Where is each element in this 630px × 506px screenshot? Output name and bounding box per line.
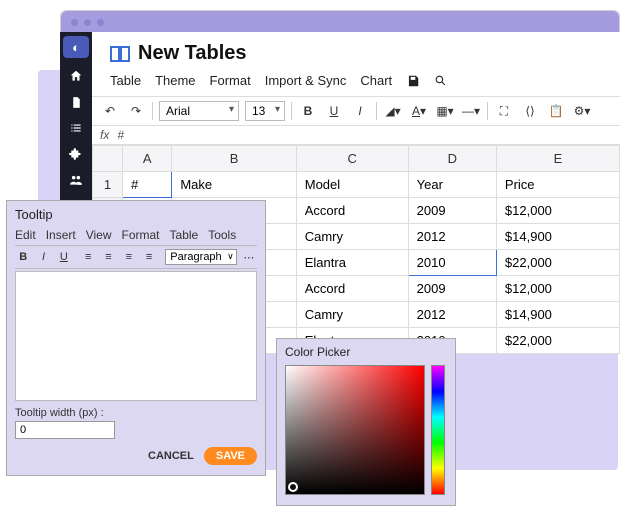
table-icon (110, 46, 130, 62)
sidebar-item-home[interactable] (68, 68, 84, 84)
titlebar (61, 11, 619, 33)
sidebar-item-file[interactable] (68, 94, 84, 110)
sidebar-item-list[interactable] (68, 120, 84, 136)
color-picker-panel: Color Picker (276, 338, 456, 506)
cell[interactable]: # (123, 172, 172, 198)
tt-align-right-icon[interactable]: ≡ (121, 249, 137, 265)
sidebar-item-toggle[interactable]: ◐ (63, 36, 89, 58)
tooltip-width-label: Tooltip width (px) : (15, 407, 257, 419)
tooltip-editor[interactable] (15, 271, 257, 401)
save-button[interactable]: SAVE (204, 447, 257, 465)
cell[interactable]: 2012 (408, 224, 496, 250)
menu-import-sync[interactable]: Import & Sync (265, 73, 347, 88)
tt-menu-table[interactable]: Table (170, 228, 199, 242)
underline-icon[interactable]: U (324, 102, 344, 120)
tt-bold-icon[interactable]: B (15, 249, 31, 265)
cell[interactable]: $12,000 (496, 276, 619, 302)
undo-icon[interactable]: ↶ (100, 102, 120, 120)
tt-paragraph-select[interactable]: Paragraph (165, 249, 236, 265)
clipboard-icon[interactable]: 📋 (546, 102, 566, 120)
tt-menu-insert[interactable]: Insert (46, 228, 76, 242)
cell[interactable]: 2009 (408, 276, 496, 302)
cell[interactable]: Camry (296, 302, 408, 328)
tt-italic-icon[interactable]: I (35, 249, 51, 265)
sidebar-item-users[interactable] (68, 172, 84, 188)
font-size-select[interactable]: 13 (245, 101, 285, 121)
fx-label: fx (100, 128, 109, 142)
cell[interactable]: Elantra (296, 250, 408, 276)
app-window (60, 10, 620, 34)
tt-align-left-icon[interactable]: ≡ (80, 249, 96, 265)
code-icon[interactable]: ⟨⟩ (520, 102, 540, 120)
cell[interactable]: Year (408, 172, 496, 198)
color-hue-slider[interactable] (431, 365, 445, 495)
cell[interactable]: Camry (296, 224, 408, 250)
fill-color-icon[interactable]: ◢▾ (383, 102, 403, 120)
page-title: New Tables (138, 42, 247, 65)
text-color-icon[interactable]: A▾ (409, 102, 429, 120)
expand-icon[interactable]: ⛶ (494, 102, 514, 120)
tt-menu-view[interactable]: View (86, 228, 112, 242)
col-header[interactable]: A (123, 146, 172, 172)
tt-menu-format[interactable]: Format (122, 228, 160, 242)
tt-menu-edit[interactable]: Edit (15, 228, 36, 242)
cell[interactable]: Model (296, 172, 408, 198)
menu-chart[interactable]: Chart (360, 73, 392, 88)
cell[interactable]: $22,000 (496, 328, 619, 354)
cell[interactable]: $22,000 (496, 250, 619, 276)
tt-menu-tools[interactable]: Tools (208, 228, 236, 242)
cell[interactable]: Price (496, 172, 619, 198)
cell[interactable]: Accord (296, 276, 408, 302)
search-icon[interactable] (434, 74, 448, 88)
tooltip-panel: Tooltip Edit Insert View Format Table To… (6, 200, 266, 476)
corner-cell[interactable] (93, 146, 123, 172)
cell[interactable]: Make (172, 172, 296, 198)
col-header[interactable]: E (496, 146, 619, 172)
format-toolbar: ↶ ↷ Arial 13 B U I ◢▾ A▾ ▦▾ —▾ ⛶ ⟨⟩ 📋 ⚙▾ (92, 96, 620, 126)
redo-icon[interactable]: ↷ (126, 102, 146, 120)
tt-align-justify-icon[interactable]: ≡ (141, 249, 157, 265)
window-dot (71, 19, 78, 26)
color-picker-title: Color Picker (285, 345, 447, 359)
cell[interactable]: $12,000 (496, 198, 619, 224)
font-select[interactable]: Arial (159, 101, 239, 121)
line-style-icon[interactable]: —▾ (461, 102, 481, 120)
window-dot (97, 19, 104, 26)
cell[interactable]: 2009 (408, 198, 496, 224)
tooltip-menubar: Edit Insert View Format Table Tools (15, 228, 257, 246)
sidebar: ◐ (60, 32, 92, 212)
window-dot (84, 19, 91, 26)
tt-more-icon[interactable]: ⋯ (241, 249, 257, 265)
tt-align-center-icon[interactable]: ≡ (100, 249, 116, 265)
cell[interactable]: $14,900 (496, 302, 619, 328)
col-header[interactable]: D (408, 146, 496, 172)
cell[interactable]: 2010 (408, 250, 496, 276)
tt-underline-icon[interactable]: U (56, 249, 72, 265)
sidebar-item-puzzle[interactable] (68, 146, 84, 162)
cell[interactable]: Accord (296, 198, 408, 224)
tooltip-width-input[interactable] (15, 421, 115, 439)
menu-format[interactable]: Format (210, 73, 251, 88)
options-icon[interactable]: ⚙▾ (572, 102, 592, 120)
col-header[interactable]: B (172, 146, 296, 172)
row-header[interactable]: 1 (93, 172, 123, 198)
tooltip-title: Tooltip (15, 207, 257, 222)
cell[interactable]: 2012 (408, 302, 496, 328)
menubar: Table Theme Format Import & Sync Chart (92, 69, 620, 96)
formula-bar[interactable]: fx # (92, 126, 620, 145)
color-saturation-field[interactable] (285, 365, 425, 495)
menu-theme[interactable]: Theme (155, 73, 195, 88)
cell[interactable]: $14,900 (496, 224, 619, 250)
cancel-button[interactable]: CANCEL (148, 450, 194, 462)
tooltip-toolbar: B I U ≡ ≡ ≡ ≡ Paragraph ⋯ (15, 246, 257, 269)
menu-table[interactable]: Table (110, 73, 141, 88)
bold-icon[interactable]: B (298, 102, 318, 120)
italic-icon[interactable]: I (350, 102, 370, 120)
save-icon[interactable] (406, 74, 420, 88)
fx-value: # (117, 128, 124, 142)
border-icon[interactable]: ▦▾ (435, 102, 455, 120)
col-header[interactable]: C (296, 146, 408, 172)
color-indicator[interactable] (288, 482, 298, 492)
